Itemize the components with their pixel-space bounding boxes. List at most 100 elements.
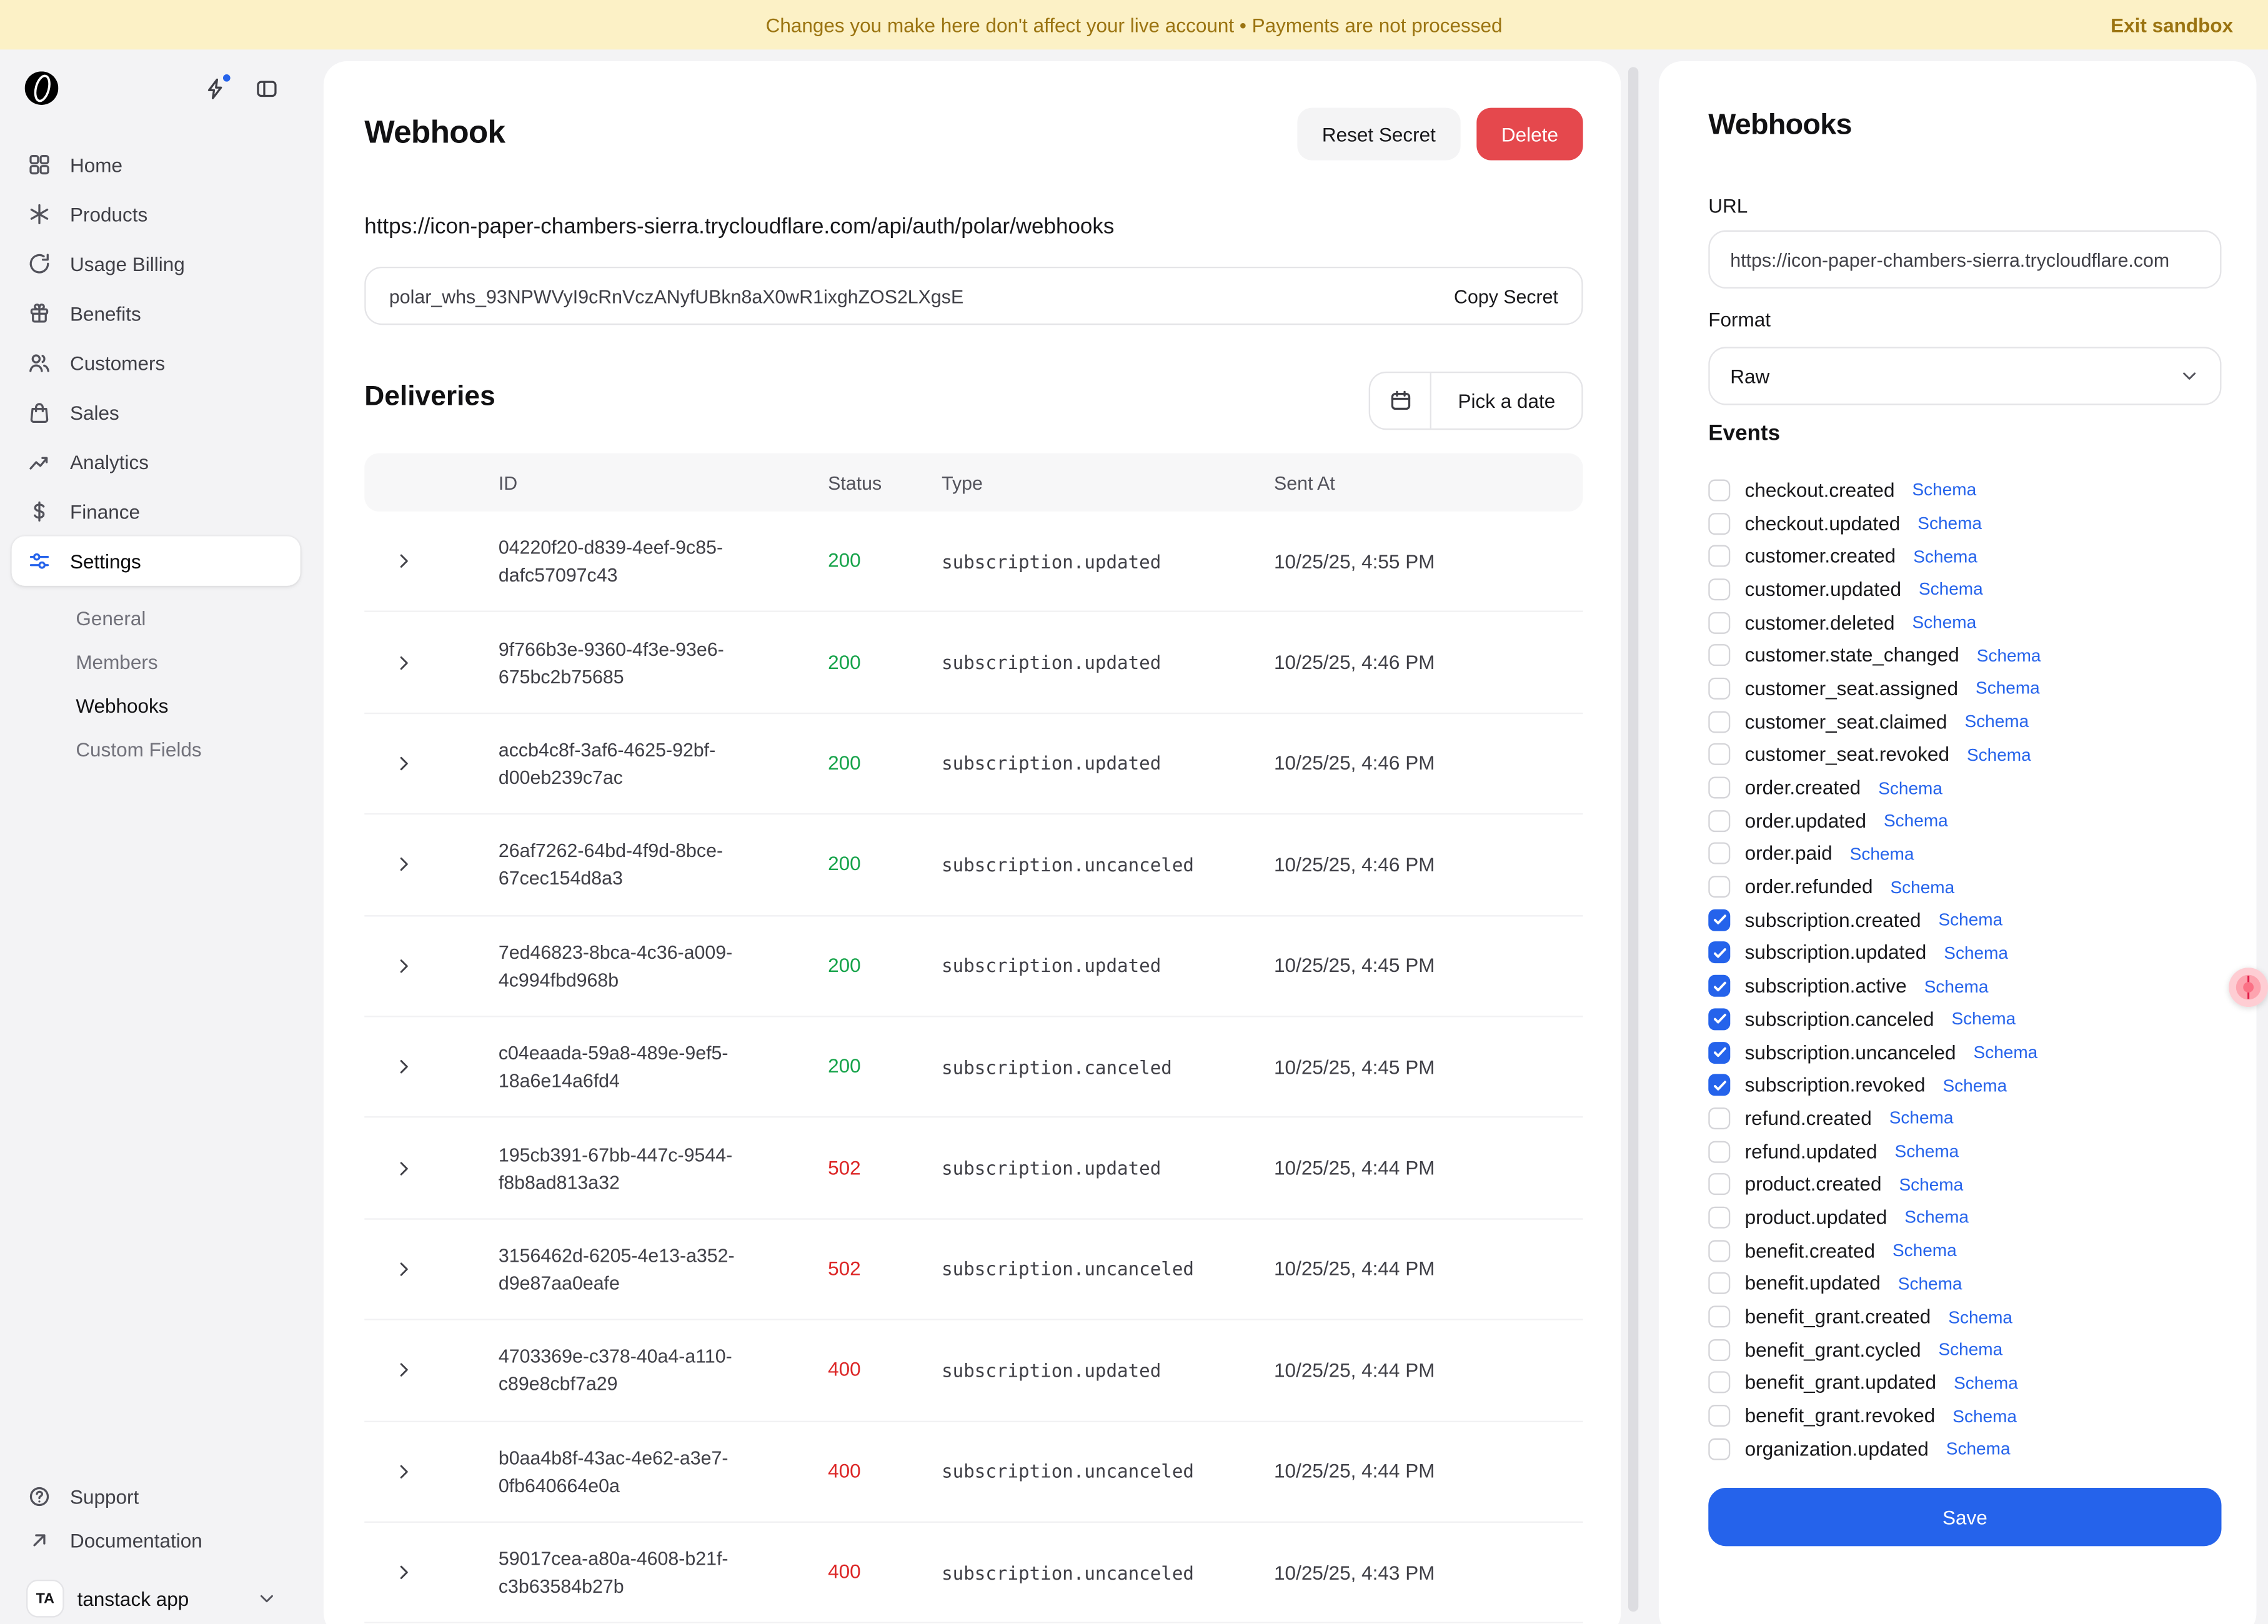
schema-link[interactable]: Schema bbox=[1919, 579, 1983, 600]
event-checkbox[interactable] bbox=[1708, 1405, 1730, 1427]
chevron-right-icon[interactable] bbox=[394, 1057, 414, 1077]
sidebar-item-home[interactable]: Home bbox=[12, 140, 301, 189]
schema-link[interactable]: Schema bbox=[1954, 1372, 2018, 1393]
event-checkbox[interactable] bbox=[1708, 1207, 1730, 1229]
event-checkbox[interactable] bbox=[1708, 1438, 1730, 1460]
event-checkbox[interactable] bbox=[1708, 512, 1730, 534]
chevron-right-icon[interactable] bbox=[394, 956, 414, 976]
event-checkbox[interactable] bbox=[1708, 611, 1730, 633]
subnav-item-members[interactable]: Members bbox=[12, 640, 301, 683]
event-checkbox[interactable] bbox=[1708, 777, 1730, 799]
schema-link[interactable]: Schema bbox=[1895, 1141, 1959, 1162]
sidebar-item-analytics[interactable]: Analytics bbox=[12, 437, 301, 487]
event-checkbox[interactable] bbox=[1708, 479, 1730, 501]
vertical-scrollbar[interactable] bbox=[1628, 67, 1638, 1612]
subnav-item-general[interactable]: General bbox=[12, 596, 301, 640]
chevron-right-icon[interactable] bbox=[394, 1158, 414, 1179]
schema-link[interactable]: Schema bbox=[1904, 1207, 1969, 1228]
event-checkbox[interactable] bbox=[1708, 1240, 1730, 1262]
delivery-row[interactable]: 3156462d-6205-4e13-a352-d9e87aa0eafe 502… bbox=[364, 1219, 1583, 1320]
schema-link[interactable]: Schema bbox=[1952, 1405, 2017, 1426]
reset-secret-button[interactable]: Reset Secret bbox=[1297, 108, 1460, 161]
event-checkbox[interactable] bbox=[1708, 1273, 1730, 1295]
schema-link[interactable]: Schema bbox=[1938, 1340, 2002, 1360]
schema-link[interactable]: Schema bbox=[1977, 645, 2041, 666]
event-checkbox[interactable] bbox=[1708, 645, 1730, 666]
schema-link[interactable]: Schema bbox=[1912, 480, 1976, 500]
delete-webhook-button[interactable]: Delete bbox=[1476, 108, 1583, 161]
chevron-right-icon[interactable] bbox=[394, 1360, 414, 1380]
calendar-icon[interactable] bbox=[1370, 373, 1431, 428]
url-input[interactable] bbox=[1708, 230, 2221, 289]
pick-date-button[interactable]: Pick a date bbox=[1431, 373, 1581, 428]
subnav-item-webhooks[interactable]: Webhooks bbox=[12, 683, 301, 727]
delivery-row[interactable]: accb4c8f-3af6-4625-92bf-d00eb239c7ac 200… bbox=[364, 714, 1583, 815]
chevron-right-icon[interactable] bbox=[394, 1461, 414, 1482]
delivery-row[interactable]: 26af7262-64bd-4f9d-8bce-67cec154d8a3 200… bbox=[364, 815, 1583, 916]
schema-link[interactable]: Schema bbox=[1898, 1274, 1962, 1294]
schema-link[interactable]: Schema bbox=[1938, 909, 2002, 930]
event-checkbox[interactable] bbox=[1708, 1174, 1730, 1196]
sidebar-item-documentation[interactable]: Documentation bbox=[12, 1518, 301, 1562]
event-checkbox[interactable] bbox=[1708, 744, 1730, 766]
tanstack-devtools-button[interactable] bbox=[2229, 968, 2268, 1007]
event-checkbox[interactable] bbox=[1708, 711, 1730, 733]
schema-link[interactable]: Schema bbox=[1964, 711, 2029, 732]
schema-link[interactable]: Schema bbox=[1884, 811, 1948, 831]
delivery-row[interactable]: 7ed46823-8bca-4c36-a009-4c994fbd968b 200… bbox=[364, 916, 1583, 1017]
event-checkbox[interactable] bbox=[1708, 975, 1730, 997]
event-checkbox[interactable] bbox=[1708, 1008, 1730, 1030]
schema-link[interactable]: Schema bbox=[1912, 612, 1976, 633]
subnav-item-custom-fields[interactable]: Custom Fields bbox=[12, 727, 301, 771]
sidebar-item-products[interactable]: Products bbox=[12, 189, 301, 239]
delivery-row[interactable]: 59017cea-a80a-4608-b21f-c3b63584b27b 400… bbox=[364, 1523, 1583, 1624]
sidebar-item-sales[interactable]: Sales bbox=[12, 388, 301, 437]
event-checkbox[interactable] bbox=[1708, 1305, 1730, 1327]
schema-link[interactable]: Schema bbox=[1889, 1108, 1954, 1129]
schema-link[interactable]: Schema bbox=[1917, 513, 1982, 533]
event-checkbox[interactable] bbox=[1708, 810, 1730, 831]
org-switcher[interactable]: TA tanstack app bbox=[12, 1574, 312, 1623]
exit-sandbox-link[interactable]: Exit sandbox bbox=[2111, 0, 2233, 49]
event-checkbox[interactable] bbox=[1708, 1041, 1730, 1063]
copy-secret-button[interactable]: Copy Secret bbox=[1454, 285, 1558, 307]
delivery-row[interactable]: 4703369e-c378-40a4-a110-c89e8cbf7a29 400… bbox=[364, 1320, 1583, 1422]
schema-link[interactable]: Schema bbox=[1944, 943, 2008, 963]
event-checkbox[interactable] bbox=[1708, 1107, 1730, 1129]
chevron-right-icon[interactable] bbox=[394, 1562, 414, 1583]
sidebar-item-benefits[interactable]: Benefits bbox=[12, 289, 301, 338]
schema-link[interactable]: Schema bbox=[1892, 1240, 1957, 1261]
schema-link[interactable]: Schema bbox=[1942, 1075, 2007, 1096]
sidebar-item-settings[interactable]: Settings bbox=[12, 537, 301, 586]
events-activity-icon[interactable] bbox=[204, 77, 227, 101]
format-select[interactable]: Raw bbox=[1708, 347, 2221, 405]
schema-link[interactable]: Schema bbox=[1913, 546, 1977, 567]
event-checkbox[interactable] bbox=[1708, 578, 1730, 600]
delivery-row[interactable]: 04220f20-d839-4eef-9c85-dafc57097c43 200… bbox=[364, 512, 1583, 613]
schema-link[interactable]: Schema bbox=[1974, 1042, 2038, 1062]
event-checkbox[interactable] bbox=[1708, 1339, 1730, 1360]
collapse-sidebar-icon[interactable] bbox=[255, 77, 278, 101]
schema-link[interactable]: Schema bbox=[1891, 877, 1955, 898]
sidebar-item-support[interactable]: Support bbox=[12, 1475, 301, 1518]
chevron-right-icon[interactable] bbox=[394, 854, 414, 875]
schema-link[interactable]: Schema bbox=[1948, 1307, 2012, 1327]
schema-link[interactable]: Schema bbox=[1878, 778, 1942, 798]
chevron-right-icon[interactable] bbox=[394, 652, 414, 673]
event-checkbox[interactable] bbox=[1708, 1141, 1730, 1162]
event-checkbox[interactable] bbox=[1708, 843, 1730, 864]
chevron-right-icon[interactable] bbox=[394, 1259, 414, 1280]
schema-link[interactable]: Schema bbox=[1976, 678, 2040, 699]
event-checkbox[interactable] bbox=[1708, 909, 1730, 931]
delivery-row[interactable]: 195cb391-67bb-447c-9544-f8b8ad813a32 502… bbox=[364, 1118, 1583, 1219]
save-button[interactable]: Save bbox=[1708, 1488, 2221, 1546]
schema-link[interactable]: Schema bbox=[1924, 976, 1989, 996]
chevron-right-icon[interactable] bbox=[394, 551, 414, 572]
event-checkbox[interactable] bbox=[1708, 1074, 1730, 1096]
schema-link[interactable]: Schema bbox=[1850, 844, 1914, 864]
event-checkbox[interactable] bbox=[1708, 678, 1730, 700]
sidebar-item-finance[interactable]: Finance bbox=[12, 487, 301, 536]
polar-logo[interactable] bbox=[25, 71, 59, 105]
delivery-row[interactable]: b0aa4b8f-43ac-4e62-a3e7-0fb640664e0a 400… bbox=[364, 1422, 1583, 1523]
event-checkbox[interactable] bbox=[1708, 942, 1730, 964]
